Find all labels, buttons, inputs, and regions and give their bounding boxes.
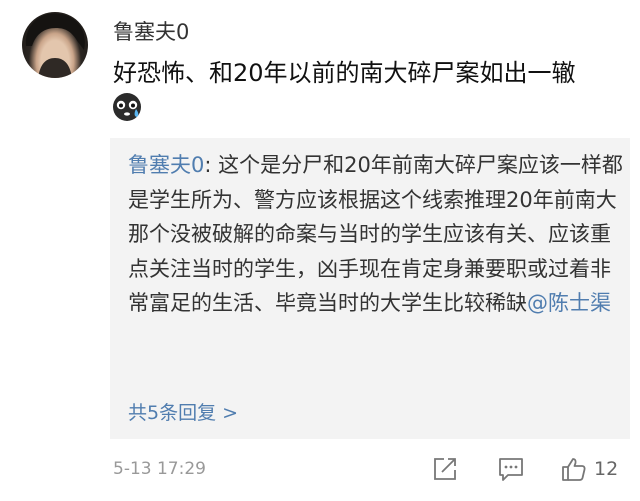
reply-box[interactable]: 鲁塞夫0: 这个是分尸和20年前南大碎尸案应该一样都是学生所为、警方应该根据这个… <box>110 138 630 439</box>
timestamp: 5-13 17:29 <box>113 459 206 479</box>
like-button[interactable]: 12 <box>560 454 618 484</box>
mention-link[interactable]: @陈士渠 <box>527 291 611 315</box>
like-count: 12 <box>594 458 619 480</box>
comment-icon <box>499 458 523 481</box>
comment-username[interactable]: 鲁塞夫0 <box>113 18 189 46</box>
more-replies-link[interactable]: 共5条回复 > <box>128 400 238 426</box>
avatar[interactable] <box>22 12 88 78</box>
avatar-photo <box>25 13 85 78</box>
thumbs-up-icon <box>562 457 586 481</box>
reply-text: 鲁塞夫0: 这个是分尸和20年前南大碎尸案应该一样都是学生所为、警方应该根据这个… <box>128 148 623 321</box>
reply-author[interactable]: 鲁塞夫0 <box>128 153 204 177</box>
comment-button[interactable] <box>497 454 525 484</box>
sweat-cry-emoji-icon <box>112 92 142 122</box>
comment-text: 好恐怖、和20年以前的南大碎尸案如出一辙 <box>113 59 576 87</box>
share-edit-icon <box>434 458 456 480</box>
repost-button[interactable] <box>432 454 458 484</box>
